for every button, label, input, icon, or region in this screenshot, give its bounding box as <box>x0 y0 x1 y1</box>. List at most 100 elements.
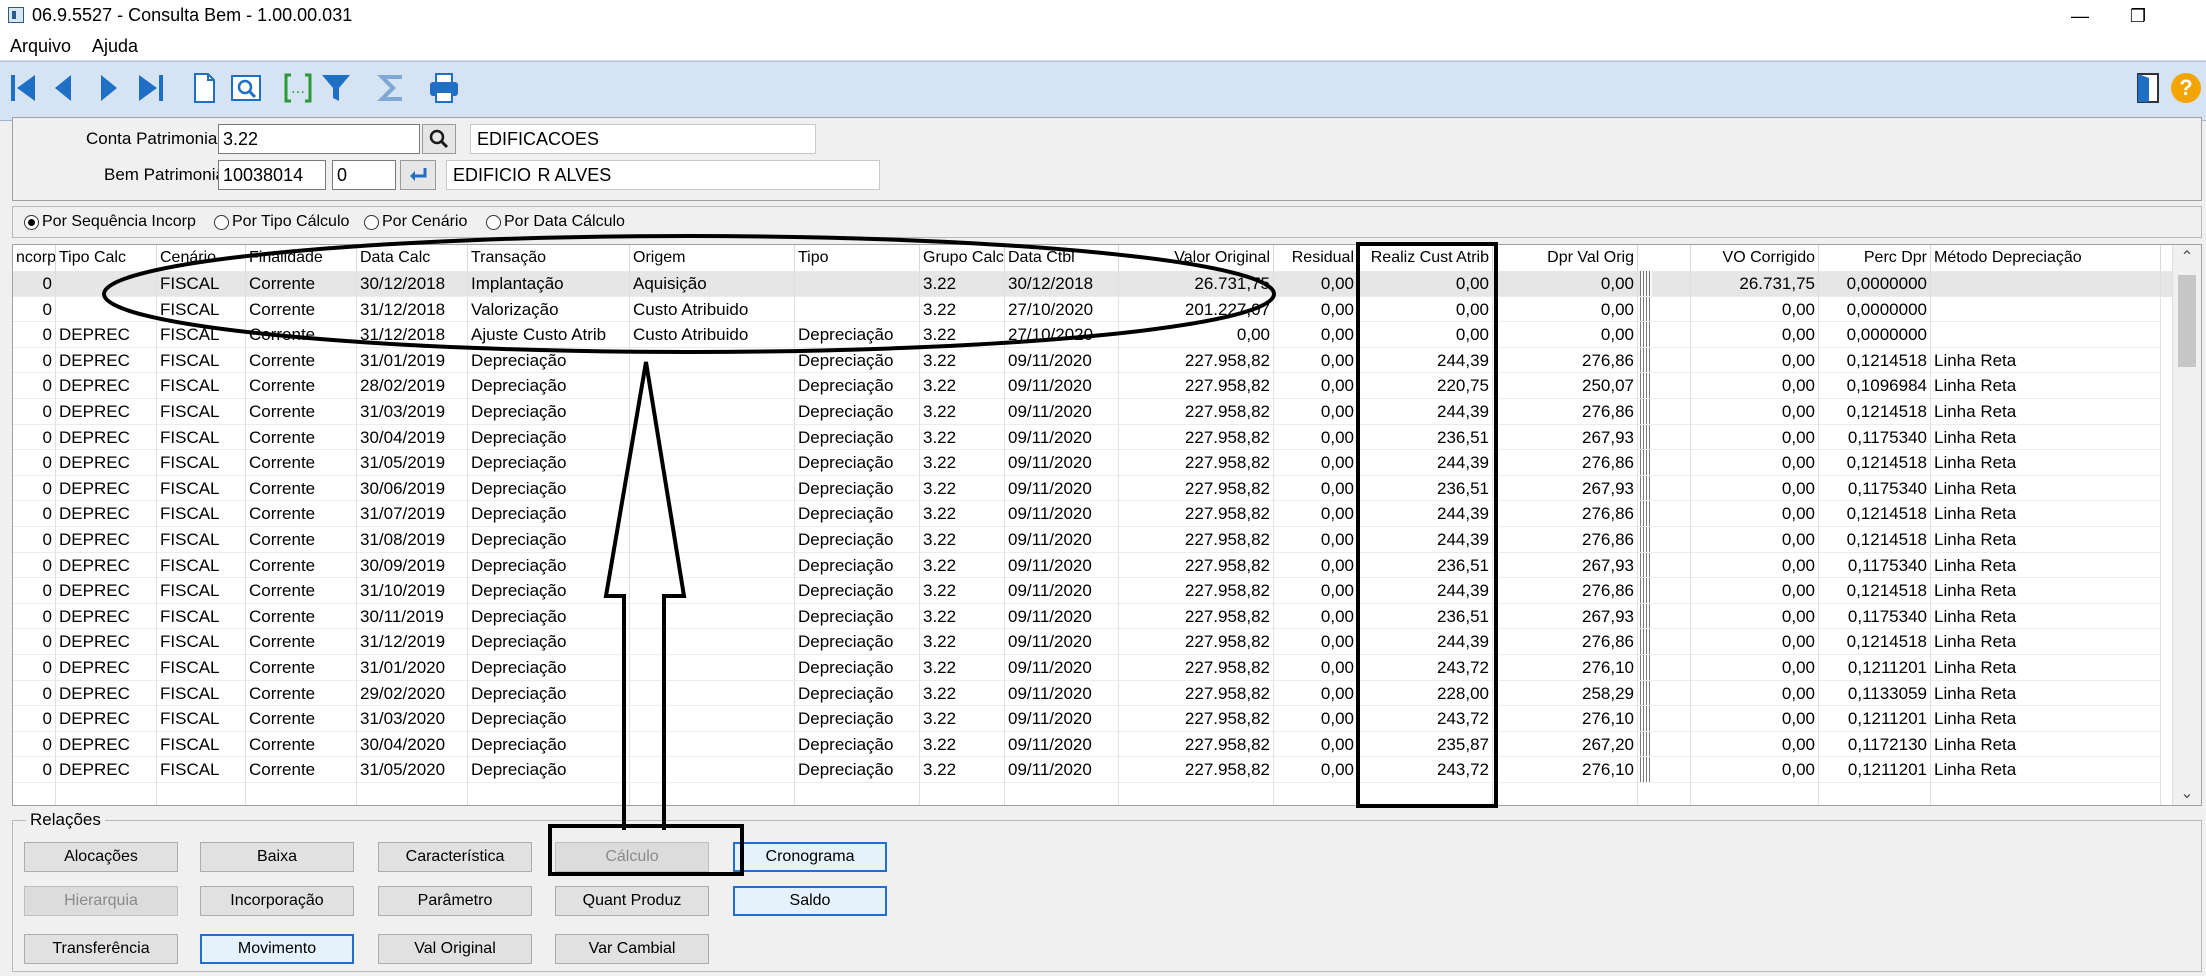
table-row[interactable]: 0 DEPREC FISCAL Corrente 31/12/2019 Depreciaç… <box>13 629 2173 655</box>
column-header[interactable]: Grupo Calc <box>920 245 1005 271</box>
table-cell: Linha Reta <box>1931 501 2161 527</box>
column-header[interactable]: Residual <box>1274 245 1358 271</box>
column-header[interactable]: Método Depreciação <box>1931 245 2161 271</box>
table-cell: DEPREC <box>56 655 157 681</box>
table-cell: DEPREC <box>56 680 157 707</box>
scroll-down-icon[interactable]: ⌄ <box>2173 783 2201 803</box>
relation-button-baixa[interactable]: Baixa <box>200 842 354 872</box>
table-row[interactable]: 0 DEPREC FISCAL Corrente 31/10/2019 Depreciaç… <box>13 578 2173 604</box>
calculation-grid[interactable]: ncorp Tipo Calc Cenário Finalidade Data Calc… <box>12 244 2202 806</box>
table-cell: Depreciação <box>795 399 920 425</box>
table-cell <box>630 373 795 399</box>
previous-record-icon[interactable] <box>44 68 84 108</box>
conta-patrimonial-field[interactable]: 3.22 <box>218 124 420 154</box>
table-cell: 0 <box>13 501 56 527</box>
table-row[interactable]: 0 DEPREC FISCAL Corrente 31/01/2019 Depreciaç… <box>13 347 2173 374</box>
last-record-icon[interactable] <box>130 68 170 108</box>
column-header[interactable]: Data Calc <box>357 245 468 271</box>
column-header[interactable]: Transação <box>468 245 630 271</box>
bracket-filter-icon[interactable]: … <box>278 68 318 108</box>
indicator-ticks <box>1640 424 1652 450</box>
preview-icon[interactable] <box>226 68 266 108</box>
table-cell: 0,00 <box>1274 373 1358 399</box>
scroll-thumb[interactable] <box>2178 275 2196 367</box>
relation-button-parametro[interactable]: Parâmetro <box>378 886 532 916</box>
table-row[interactable]: 0 DEPREC FISCAL Corrente 30/04/2020 Depreciaç… <box>13 731 2173 758</box>
table-cell: FISCAL <box>157 757 246 783</box>
table-cell: 09/11/2020 <box>1005 527 1119 553</box>
sum-icon[interactable] <box>372 68 412 108</box>
table-cell: 276,86 <box>1493 629 1638 655</box>
scroll-up-icon[interactable]: ⌃ <box>2173 247 2201 267</box>
table-row[interactable]: 0 DEPREC FISCAL Corrente 31/12/2018 Ajuste Cu… <box>13 322 2173 348</box>
table-cell: 28/02/2019 <box>357 373 468 399</box>
table-cell: 0,00 <box>1691 373 1819 399</box>
column-header[interactable]: Origem <box>630 245 795 271</box>
relation-button-movimento[interactable]: Movimento <box>200 934 354 964</box>
table-row[interactable]: 0 DEPREC FISCAL Corrente 30/09/2019 Depreciaç… <box>13 552 2173 579</box>
relation-button-incorporacao[interactable]: Incorporação <box>200 886 354 916</box>
table-row[interactable]: 0 DEPREC FISCAL Corrente 31/03/2019 Depreciaç… <box>13 399 2173 425</box>
relation-button-alocacoes[interactable]: Alocações <box>24 842 178 872</box>
column-header[interactable]: Tipo Calc <box>56 245 157 271</box>
radio-por-tipo-calculo[interactable]: Por Tipo Cálculo <box>214 213 349 231</box>
table-cell: 0,00 <box>1274 757 1358 783</box>
column-header[interactable]: Realiz Cust Atrib <box>1358 245 1493 271</box>
table-cell: 276,86 <box>1493 527 1638 553</box>
indicator-ticks <box>1640 603 1652 629</box>
table-row[interactable]: 0 DEPREC FISCAL Corrente 31/01/2020 Depreciaç… <box>13 655 2173 681</box>
column-header[interactable]: ncorp <box>13 245 56 271</box>
column-header[interactable]: Tipo <box>795 245 920 271</box>
exit-door-icon[interactable] <box>2128 68 2168 108</box>
menu-ajuda[interactable]: Ajuda <box>92 36 138 57</box>
column-header[interactable]: Finalidade <box>246 245 357 271</box>
radio-por-sequencia-incorp[interactable]: Por Sequência Incorp <box>24 213 196 231</box>
column-header[interactable]: Perc Dpr <box>1819 245 1931 271</box>
table-row[interactable]: 0 DEPREC FISCAL Corrente 30/04/2019 Depreciaç… <box>13 424 2173 451</box>
column-header[interactable]: Dpr Val Orig <box>1493 245 1638 271</box>
filter-icon[interactable] <box>316 68 356 108</box>
new-document-icon[interactable] <box>184 68 224 108</box>
first-record-icon[interactable] <box>4 68 44 108</box>
relation-button-saldo[interactable]: Saldo <box>733 886 887 916</box>
restore-button[interactable]: ❐ <box>2108 0 2168 32</box>
table-row[interactable]: 0 DEPREC FISCAL Corrente 30/06/2019 Depreciaç… <box>13 475 2173 502</box>
bem-enter-button[interactable] <box>400 160 436 190</box>
column-header[interactable]: Cenário <box>157 245 246 271</box>
relation-button-var-cambial[interactable]: Var Cambial <box>555 934 709 964</box>
table-row[interactable]: 0 DEPREC FISCAL Corrente 28/02/2019 Depreciaç… <box>13 373 2173 399</box>
print-icon[interactable] <box>424 68 464 108</box>
relation-button-caracteristica[interactable]: Característica <box>378 842 532 872</box>
table-cell: Linha Reta <box>1931 603 2161 630</box>
table-row[interactable]: 0 DEPREC FISCAL Corrente 31/05/2020 Depreciaç… <box>13 757 2173 783</box>
table-row[interactable]: 0 DEPREC FISCAL Corrente 31/07/2019 Depreciaç… <box>13 501 2173 527</box>
relation-button-val-original[interactable]: Val Original <box>378 934 532 964</box>
table-row[interactable]: 0 DEPREC FISCAL Corrente 31/03/2020 Depreciaç… <box>13 706 2173 732</box>
radio-por-data-calculo[interactable]: Por Data Cálculo <box>486 213 625 231</box>
menu-arquivo[interactable]: Arquivo <box>10 36 71 57</box>
column-header[interactable]: VO Corrigido <box>1691 245 1819 271</box>
help-icon[interactable]: ? <box>2166 68 2206 108</box>
table-row[interactable]: 0 DEPREC FISCAL Corrente 31/05/2019 Depreciaç… <box>13 450 2173 476</box>
table-cell: 227.958,82 <box>1119 552 1274 579</box>
next-record-icon[interactable] <box>88 68 128 108</box>
table-row[interactable]: 0 DEPREC FISCAL Corrente 30/11/2019 Depreciaç… <box>13 603 2173 630</box>
relation-button-quant-produz[interactable]: Quant Produz <box>555 886 709 916</box>
table-row[interactable]: 0 DEPREC FISCAL Corrente 31/08/2019 Depreciaç… <box>13 527 2173 553</box>
table-row[interactable]: 0 DEPREC FISCAL Corrente 29/02/2020 Depreciaç… <box>13 680 2173 707</box>
app-icon <box>8 7 24 23</box>
minimize-button[interactable]: — <box>2050 0 2110 32</box>
radio-por-cenario[interactable]: Por Cenário <box>364 213 467 231</box>
bem-patrimonial-field[interactable]: 10038014 <box>218 160 326 190</box>
relation-button-transferencia[interactable]: Transferência <box>24 934 178 964</box>
bem-sequence-field[interactable]: 0 <box>332 160 396 190</box>
column-header[interactable]: Data Ctbl <box>1005 245 1119 271</box>
column-header[interactable]: Valor Original <box>1119 245 1274 271</box>
column-header[interactable] <box>1638 245 1691 271</box>
relation-button-cronograma[interactable]: Cronograma <box>733 842 887 872</box>
table-row[interactable]: 0 FISCAL Corrente 30/12/2018 Implantação Aqui… <box>13 271 2173 297</box>
table-row[interactable]: 0 FISCAL Corrente 31/12/2018 Valorização Cust… <box>13 296 2173 323</box>
table-cell: Linha Reta <box>1931 552 2161 579</box>
conta-search-button[interactable] <box>422 124 456 154</box>
vertical-scrollbar[interactable]: ⌃ ⌄ <box>2172 245 2201 805</box>
